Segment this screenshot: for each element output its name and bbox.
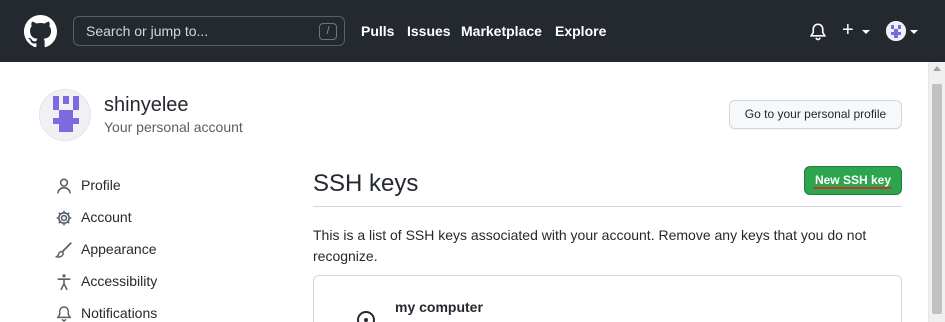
search-input[interactable]: Search or jump to... / xyxy=(73,16,345,46)
paintbrush-icon xyxy=(55,242,72,258)
nav-issues[interactable]: Issues xyxy=(407,23,451,39)
sidebar-item-label: Accessibility xyxy=(81,273,158,289)
sidebar-item-label: Profile xyxy=(81,177,121,193)
plus-icon[interactable]: + xyxy=(842,20,854,40)
go-to-profile-button[interactable]: Go to your personal profile xyxy=(729,100,902,129)
scroll-up-arrow-icon[interactable] xyxy=(933,66,941,71)
sidebar-item-account[interactable]: Account xyxy=(55,207,255,229)
bell-icon[interactable] xyxy=(808,22,828,42)
sidebar-item-label: Notifications xyxy=(81,305,158,321)
ssh-keys-description: This is a list of SSH keys associated wi… xyxy=(313,227,867,264)
identicon-small-icon xyxy=(886,21,906,41)
identicon-icon xyxy=(40,90,90,140)
account-username[interactable]: shinyelee xyxy=(104,94,189,117)
search-shortcut-hint: / xyxy=(319,23,337,40)
sidebar-item-appearance[interactable]: Appearance xyxy=(55,239,255,261)
sidebar-item-label: Account xyxy=(81,209,132,225)
sidebar-item-label: Appearance xyxy=(81,241,157,257)
accessibility-icon xyxy=(57,274,71,291)
vertical-scrollbar[interactable] xyxy=(928,62,945,322)
search-placeholder: Search or jump to... xyxy=(86,23,209,39)
avatar[interactable] xyxy=(886,21,906,41)
person-icon xyxy=(57,178,71,194)
sidebar-item-profile[interactable]: Profile xyxy=(55,175,255,197)
page-title: SSH keys xyxy=(313,170,419,197)
new-ssh-key-button[interactable]: New SSH key xyxy=(804,166,902,195)
nav-explore[interactable]: Explore xyxy=(555,23,606,39)
github-logo-icon[interactable] xyxy=(24,15,57,48)
avatar-chevron-down-icon[interactable] xyxy=(910,30,918,34)
sidebar-item-notifications[interactable]: Notifications xyxy=(55,303,255,322)
nav-marketplace[interactable]: Marketplace xyxy=(461,23,542,39)
account-avatar xyxy=(39,89,91,141)
gear-icon xyxy=(56,210,72,226)
key-icon xyxy=(357,311,375,322)
account-subtitle: Your personal account xyxy=(104,119,243,135)
annotation-underline xyxy=(813,187,892,189)
bell-icon xyxy=(56,306,72,322)
ssh-key-name: my computer xyxy=(395,299,483,315)
ssh-key-list-item: my computer xyxy=(313,275,902,322)
scroll-thumb[interactable] xyxy=(932,84,942,314)
sidebar-item-accessibility[interactable]: Accessibility xyxy=(55,271,255,293)
top-header: Search or jump to... / Pulls Issues Mark… xyxy=(0,0,945,62)
plus-chevron-down-icon[interactable] xyxy=(862,30,870,34)
title-divider xyxy=(313,206,902,207)
nav-pulls[interactable]: Pulls xyxy=(361,23,394,39)
